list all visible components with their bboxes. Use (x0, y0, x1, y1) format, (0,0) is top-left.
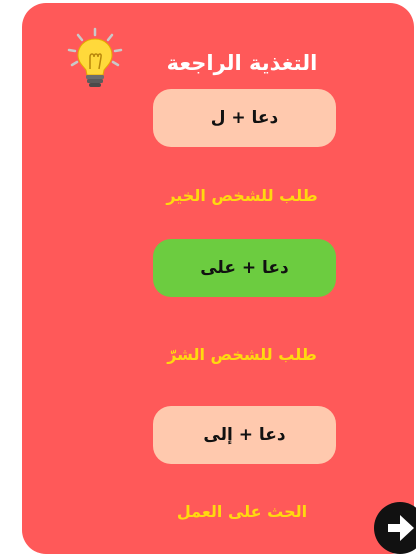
option-description-li: طلب للشخص الخير (166, 186, 318, 205)
option-button-ala[interactable]: دعا + على (153, 239, 336, 297)
lightbulb-icon (67, 27, 123, 87)
arrow-right-icon (388, 515, 414, 541)
next-button[interactable] (374, 502, 416, 554)
feedback-card: التغذية الراجعة دعا + ل طلب للشخص الخير … (22, 3, 416, 554)
option-button-li[interactable]: دعا + ل (153, 89, 336, 147)
page-title: التغذية الراجعة (166, 51, 318, 75)
option-button-ila[interactable]: دعا + إلى (153, 406, 336, 464)
option-description-ala: طلب للشخص الشرّ (167, 345, 317, 364)
option-description-ila: الحث على العمل (176, 502, 308, 521)
